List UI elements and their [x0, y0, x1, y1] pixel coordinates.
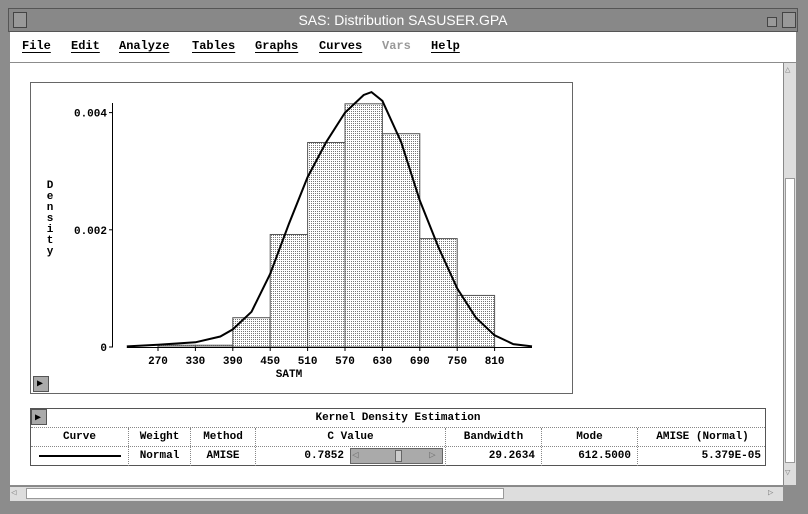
slider-left-icon[interactable]: ◁: [352, 447, 359, 465]
scroll-left-icon[interactable]: ◁: [11, 488, 16, 498]
x-tick-label: 690: [410, 356, 430, 368]
kde-table-title: Kernel Density Estimation: [315, 412, 481, 424]
method-value: AMISE: [191, 447, 256, 466]
menu-file[interactable]: File: [22, 39, 51, 53]
menu-vars: Vars: [382, 39, 411, 53]
x-tick-label: 630: [372, 356, 392, 368]
x-tick-label: 450: [260, 356, 280, 368]
c-value-slider[interactable]: ◁ ▷: [350, 448, 443, 464]
x-tick-label: 750: [447, 356, 467, 368]
header-bandwidth: Bandwidth: [446, 428, 542, 446]
horizontal-scrollbar[interactable]: ◁ ▷: [10, 486, 783, 501]
menu-curves[interactable]: Curves: [319, 39, 362, 53]
header-method: Method: [191, 428, 256, 446]
x-tick-label: 390: [223, 356, 243, 368]
x-tick-label: 510: [298, 356, 318, 368]
y-tick-label: 0: [100, 343, 107, 355]
table-options-button[interactable]: ▶: [31, 409, 47, 425]
kde-table-title-row: Kernel Density Estimation ▶: [31, 409, 765, 428]
menu-tables[interactable]: Tables: [192, 39, 235, 53]
x-tick-label: 570: [335, 356, 355, 368]
header-c-value: C Value: [256, 428, 446, 446]
histogram-plot: 270 330 390 450 510 570 630 690 750 810 0 0.002 0.00…: [30, 82, 573, 394]
histogram-bar: [344, 103, 383, 348]
histogram-bar: [419, 238, 458, 348]
amise-value: 5.379E-05: [701, 450, 761, 462]
menu-graphs[interactable]: Graphs: [255, 39, 298, 53]
histogram-bar: [232, 317, 271, 348]
maximize-button[interactable]: [782, 12, 796, 28]
curve-line-sample: [31, 447, 129, 466]
y-tick-label: 0.002: [74, 226, 107, 238]
kde-table: Kernel Density Estimation ▶ Curve Weight…: [30, 408, 766, 466]
bandwidth-value: 29.2634: [446, 447, 542, 466]
y-axis-label: Density: [46, 180, 54, 258]
horizontal-scroll-thumb[interactable]: [26, 488, 504, 499]
header-amise: AMISE (Normal): [656, 431, 749, 443]
vertical-scroll-thumb[interactable]: [785, 178, 795, 463]
header-mode: Mode: [542, 428, 638, 446]
menu-help[interactable]: Help: [431, 39, 460, 53]
plot-options-button[interactable]: ▶: [33, 376, 49, 392]
x-tick-label: 330: [185, 356, 205, 368]
play-arrow-icon: ▶: [35, 413, 42, 424]
x-tick-label: 810: [485, 356, 505, 368]
title-bar: SAS: Distribution SASUSER.GPA: [8, 8, 798, 32]
histogram-bar: [269, 233, 309, 348]
menu-bar: File Edit Analyze Tables Graphs Curves V…: [10, 32, 796, 62]
menu-edit[interactable]: Edit: [71, 39, 100, 53]
scroll-right-icon[interactable]: ▷: [768, 488, 773, 498]
mode-value: 612.5000: [542, 447, 638, 466]
histogram-bar: [456, 294, 496, 348]
weight-value: Normal: [129, 447, 191, 466]
x-tick-label: 270: [148, 356, 168, 368]
histogram-bar: [307, 141, 346, 348]
histogram-bar: [381, 133, 421, 348]
vertical-scrollbar[interactable]: △ ▽: [783, 63, 796, 485]
c-value: 0.7852: [304, 450, 344, 462]
histogram-chart: 270 330 390 450 510 570 630 690 750 810 0 0.002 0.00…: [74, 90, 533, 368]
histogram-bar: [157, 344, 196, 348]
header-weight: Weight: [129, 428, 191, 446]
x-axis-label: SATM: [275, 369, 303, 381]
slider-right-icon[interactable]: ▷: [429, 447, 436, 465]
scroll-down-icon[interactable]: ▽: [785, 468, 790, 478]
minimize-button[interactable]: [767, 17, 777, 27]
histogram-bar: [194, 344, 234, 348]
window-title: SAS: Distribution SASUSER.GPA: [298, 12, 508, 28]
menu-analyze[interactable]: Analyze: [119, 39, 169, 53]
table-row: Normal AMISE 0.7852 ◁ ▷ 29.2634 612.5000…: [31, 447, 765, 466]
slider-thumb[interactable]: [395, 450, 402, 462]
kde-table-header-row: Curve Weight Method C Value Bandwidth Mo…: [31, 428, 765, 447]
header-curve: Curve: [31, 428, 129, 446]
play-arrow-icon: ▶: [37, 379, 44, 390]
c-value-cell: 0.7852 ◁ ▷: [256, 447, 446, 466]
scroll-up-icon[interactable]: △: [785, 65, 795, 77]
y-tick-label: 0.004: [74, 109, 107, 121]
